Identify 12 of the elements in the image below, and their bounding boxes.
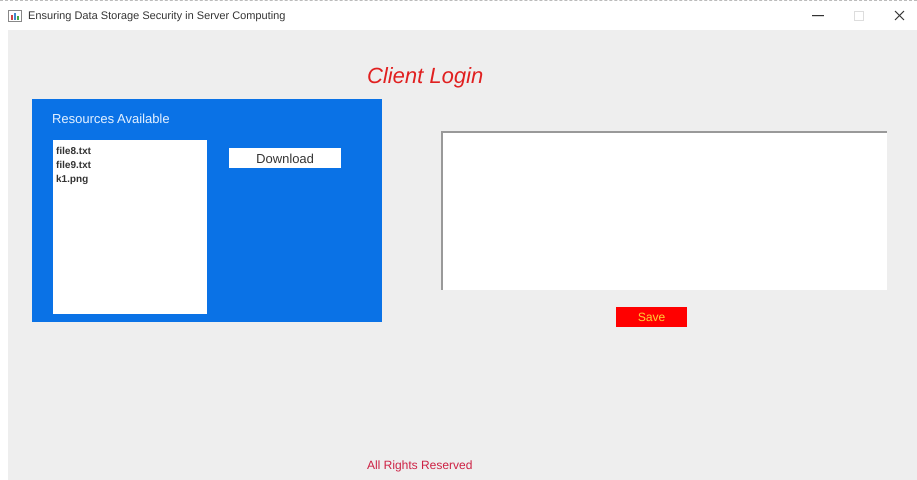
footer-text: All Rights Reserved bbox=[367, 458, 474, 472]
file-item[interactable]: file9.txt bbox=[56, 159, 92, 173]
file-item[interactable]: file8.txt bbox=[56, 145, 92, 159]
close-icon[interactable] bbox=[894, 10, 905, 21]
panel-title: Resources Available bbox=[52, 111, 171, 128]
app-icon bbox=[8, 10, 22, 22]
minimize-icon[interactable] bbox=[812, 14, 824, 16]
file-item[interactable]: k1.png bbox=[56, 173, 88, 187]
file-list[interactable]: file8.txt file9.txt k1.png bbox=[53, 140, 207, 314]
download-button[interactable]: Download bbox=[229, 148, 341, 168]
window-title: Ensuring Data Storage Security in Server Computing bbox=[28, 10, 286, 22]
page-heading: Client Login bbox=[367, 62, 484, 90]
